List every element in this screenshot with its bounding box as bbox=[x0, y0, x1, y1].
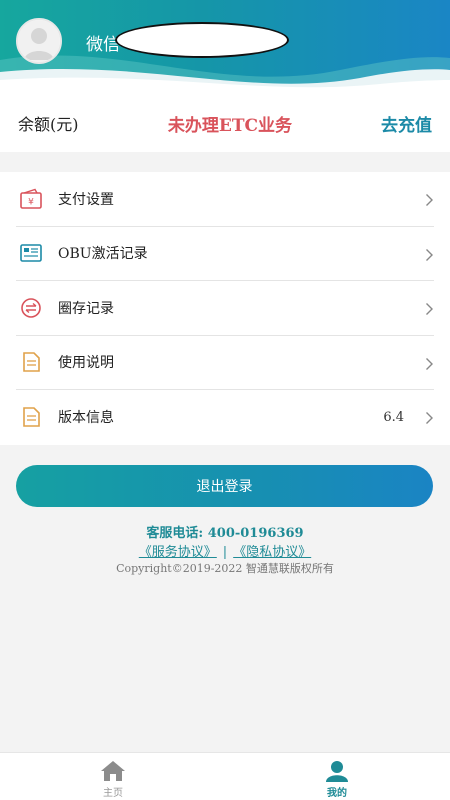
svg-text:¥: ¥ bbox=[28, 197, 34, 207]
menu-item-label: 支付设置 bbox=[58, 191, 114, 208]
service-agreement-link[interactable]: 《服务协议》 bbox=[139, 545, 217, 560]
user-avatar-icon bbox=[18, 20, 60, 62]
tab-home[interactable]: 主页 bbox=[73, 753, 153, 800]
menu-item-user-guide[interactable]: 使用说明 bbox=[16, 336, 434, 390]
redacted-username bbox=[115, 22, 289, 58]
agreements: 《服务协议》 | 《隐私协议》 bbox=[0, 541, 450, 560]
chevron-right-icon bbox=[426, 194, 433, 206]
document-icon bbox=[19, 350, 43, 374]
tab-home-label: 主页 bbox=[103, 788, 123, 799]
menu-item-label: OBU激活记录 bbox=[58, 246, 148, 263]
recharge-link[interactable]: 去充值 bbox=[381, 111, 432, 136]
menu-item-obu-activation-records[interactable]: OBU激活记录 bbox=[16, 227, 434, 281]
menu-item-payment-settings[interactable]: ¥ 支付设置 bbox=[16, 172, 434, 227]
chevron-right-icon bbox=[426, 412, 433, 424]
wallet-icon: ¥ bbox=[19, 187, 43, 211]
chevron-right-icon bbox=[426, 248, 433, 261]
obu-device-icon bbox=[19, 241, 43, 265]
balance-row: 余额(元) 未办理ETC业务 去充值 bbox=[0, 94, 450, 152]
menu-item-load-records[interactable]: 圈存记录 bbox=[16, 281, 434, 336]
version-number: 6.4 bbox=[383, 409, 404, 425]
settings-menu: ¥ 支付设置 OBU激活记录 圈存记录 使用说明 版本信息 6.4 bbox=[0, 172, 450, 445]
copyright-text: Copyright©2019-2022 智通慧联版权所有 bbox=[116, 562, 334, 575]
service-phone[interactable]: 客服电话: 400-0196369 bbox=[0, 522, 450, 541]
exchange-icon bbox=[19, 296, 43, 320]
document-icon bbox=[19, 405, 43, 429]
user-icon bbox=[326, 761, 348, 782]
chevron-right-icon bbox=[426, 303, 433, 315]
menu-item-label: 使用说明 bbox=[58, 355, 114, 372]
agreement-separator: | bbox=[222, 545, 228, 560]
avatar[interactable] bbox=[16, 18, 62, 64]
chevron-right-icon bbox=[426, 357, 433, 370]
bottom-tab-bar: 主页 我的 bbox=[0, 752, 450, 800]
profile-header: 微信 bbox=[0, 0, 450, 94]
menu-item-version-info[interactable]: 版本信息 6.4 bbox=[16, 390, 434, 445]
home-icon bbox=[101, 761, 125, 781]
tab-mine-label: 我的 bbox=[327, 788, 347, 799]
logout-button[interactable]: 退出登录 bbox=[16, 465, 433, 507]
tab-mine[interactable]: 我的 bbox=[297, 753, 377, 800]
menu-item-label: 版本信息 bbox=[58, 410, 114, 427]
privacy-agreement-link[interactable]: 《隐私协议》 bbox=[233, 545, 311, 560]
menu-item-label: 圈存记录 bbox=[58, 300, 114, 317]
